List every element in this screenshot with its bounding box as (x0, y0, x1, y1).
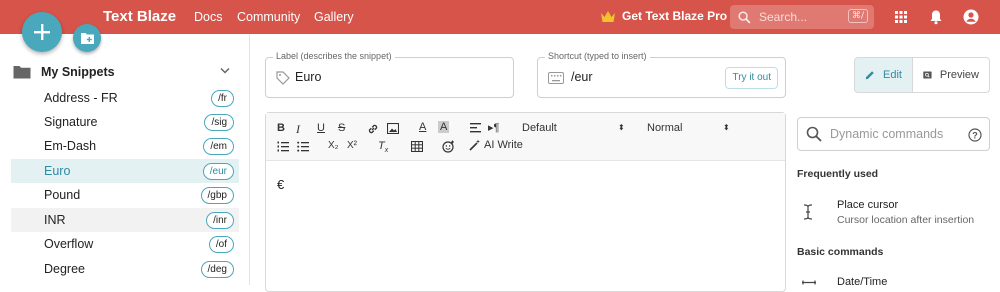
snippet-shortcut-badge: /eur (202, 163, 234, 180)
paragraph-direction-icon[interactable]: ▸¶ (488, 121, 499, 134)
table-icon[interactable] (411, 141, 423, 152)
dynamic-commands-search[interactable]: Dynamic commands ? (797, 117, 990, 151)
label-field[interactable]: Label (describes the snippet) Euro (265, 51, 514, 98)
superscript-icon[interactable]: X² (347, 140, 357, 151)
editor-toolbar: B I U S A A ▸¶ Default ⬍ Normal ⬍ X₂ X² … (266, 113, 785, 161)
snippet-name: Address - FR (44, 91, 118, 105)
snippet-shortcut-badge: /em (203, 138, 234, 155)
font-select-arrows-icon: ⬍ (618, 123, 625, 132)
snippet-name: Signature (44, 115, 98, 129)
snippet-shortcut-badge: /inr (206, 212, 234, 229)
search-shortcut-hint: ⌘/ (847, 9, 868, 23)
place-cursor-description: Cursor location after insertion (837, 214, 975, 226)
shortcut-field[interactable]: Shortcut (typed to insert) /eur Try it o… (537, 51, 786, 98)
size-select-arrows-icon: ⬍ (723, 123, 730, 132)
underline-icon[interactable]: U (317, 122, 325, 134)
place-cursor-command[interactable]: Place cursor (837, 199, 898, 211)
label-field-caption: Label (describes the snippet) (273, 51, 395, 61)
ai-write-button[interactable]: AI Write (469, 139, 523, 151)
subscript-icon[interactable]: X₂ (328, 140, 339, 151)
nav-community-link[interactable]: Community (237, 10, 300, 24)
crown-icon (601, 10, 615, 22)
clear-format-icon[interactable]: Tx (378, 140, 388, 154)
search-icon (806, 126, 822, 142)
basic-commands-heading: Basic commands (797, 246, 884, 258)
bulleted-list-icon[interactable] (297, 141, 309, 152)
snippet-shortcut-badge: /deg (200, 261, 234, 278)
nav-docs-link[interactable]: Docs (194, 10, 222, 24)
snippet-item-euro[interactable]: Euro /eur (11, 159, 239, 183)
align-icon[interactable] (470, 123, 481, 133)
snippet-name: Em-Dash (44, 139, 97, 153)
italic-icon[interactable]: I (296, 122, 300, 137)
get-pro-button[interactable]: Get Text Blaze Pro (600, 9, 727, 23)
text-color-icon[interactable]: A (419, 121, 426, 133)
snippet-name: Degree (44, 262, 85, 276)
dynamic-commands-placeholder: Dynamic commands (830, 127, 944, 141)
highlight-color-icon[interactable]: A (438, 121, 450, 133)
snippet-name: Overflow (44, 237, 94, 251)
edit-mode-button[interactable]: Edit (854, 57, 913, 93)
snippet-item-address-fr[interactable]: Address - FR /fr (11, 86, 239, 110)
apps-grid-icon[interactable] (893, 9, 909, 25)
account-icon[interactable] (963, 9, 979, 25)
ai-write-label: AI Write (484, 139, 523, 151)
magic-wand-icon (469, 139, 480, 151)
snippet-shortcut-badge: /fr (211, 90, 234, 107)
shortcut-field-value: /eur (571, 70, 593, 84)
shortcut-field-caption: Shortcut (typed to insert) (545, 51, 650, 61)
preview-mode-label: Preview (939, 69, 979, 81)
snippet-item-degree[interactable]: Degree /deg (11, 257, 239, 281)
keyboard-icon (548, 72, 564, 84)
svg-text:?: ? (972, 130, 978, 140)
snippet-item-signature[interactable]: Signature /sig (11, 110, 239, 134)
bell-icon[interactable] (928, 9, 944, 25)
snippet-name: Euro (44, 164, 71, 178)
font-family-select[interactable]: Default (522, 122, 557, 134)
emoji-icon[interactable] (442, 140, 455, 153)
edit-mode-label: Edit (883, 69, 902, 81)
folder-icon (13, 66, 31, 79)
link-icon[interactable] (367, 123, 379, 135)
snippet-shortcut-badge: /sig (204, 114, 234, 131)
chevron-down-icon[interactable] (220, 67, 230, 75)
bold-icon[interactable]: B (277, 122, 285, 134)
label-field-value: Euro (295, 70, 322, 84)
global-search-input[interactable]: Search... ⌘/ (730, 5, 874, 29)
folder-my-snippets[interactable]: My Snippets (13, 65, 115, 79)
snippet-name: INR (44, 213, 66, 227)
strikethrough-icon[interactable]: S (338, 122, 345, 134)
preview-mode-button[interactable]: Preview (912, 57, 990, 93)
snippet-name: Pound (44, 188, 81, 202)
try-it-out-button[interactable]: Try it out (725, 67, 778, 89)
top-bar: Text Blaze Docs Community Gallery Get Te… (0, 0, 1000, 34)
datetime-command[interactable]: Date/Time (837, 276, 887, 288)
snippet-item-inr[interactable]: INR /inr (11, 208, 239, 232)
nav-gallery-link[interactable]: Gallery (314, 10, 354, 24)
snippet-editor: B I U S A A ▸¶ Default ⬍ Normal ⬍ X₂ X² … (265, 112, 786, 292)
image-icon[interactable] (387, 123, 399, 134)
search-icon (738, 10, 751, 23)
frequently-used-heading: Frequently used (797, 168, 879, 180)
get-pro-label: Get Text Blaze Pro (622, 9, 728, 23)
help-icon[interactable]: ? (968, 128, 982, 142)
folder-name: My Snippets (41, 65, 115, 79)
snippet-item-pound[interactable]: Pound /gbp (11, 183, 239, 207)
text-cursor-icon (803, 204, 813, 220)
snippet-shortcut-badge: /gbp (200, 187, 234, 204)
snippet-sidebar: My Snippets Address - FR /fr Signature /… (0, 34, 250, 285)
pencil-icon (865, 71, 874, 80)
datetime-icon (802, 280, 816, 285)
snippet-item-overflow[interactable]: Overflow /of (11, 232, 239, 256)
preview-icon (923, 71, 932, 79)
tag-icon (276, 71, 290, 85)
numbered-list-icon[interactable] (277, 141, 289, 152)
search-placeholder: Search... (759, 10, 808, 24)
snippet-shortcut-badge: /of (208, 236, 234, 253)
editor-content[interactable]: € (277, 177, 284, 192)
font-size-select[interactable]: Normal (647, 122, 682, 134)
app-logo-text[interactable]: Text Blaze (103, 8, 176, 25)
snippet-item-em-dash[interactable]: Em-Dash /em (11, 134, 239, 158)
